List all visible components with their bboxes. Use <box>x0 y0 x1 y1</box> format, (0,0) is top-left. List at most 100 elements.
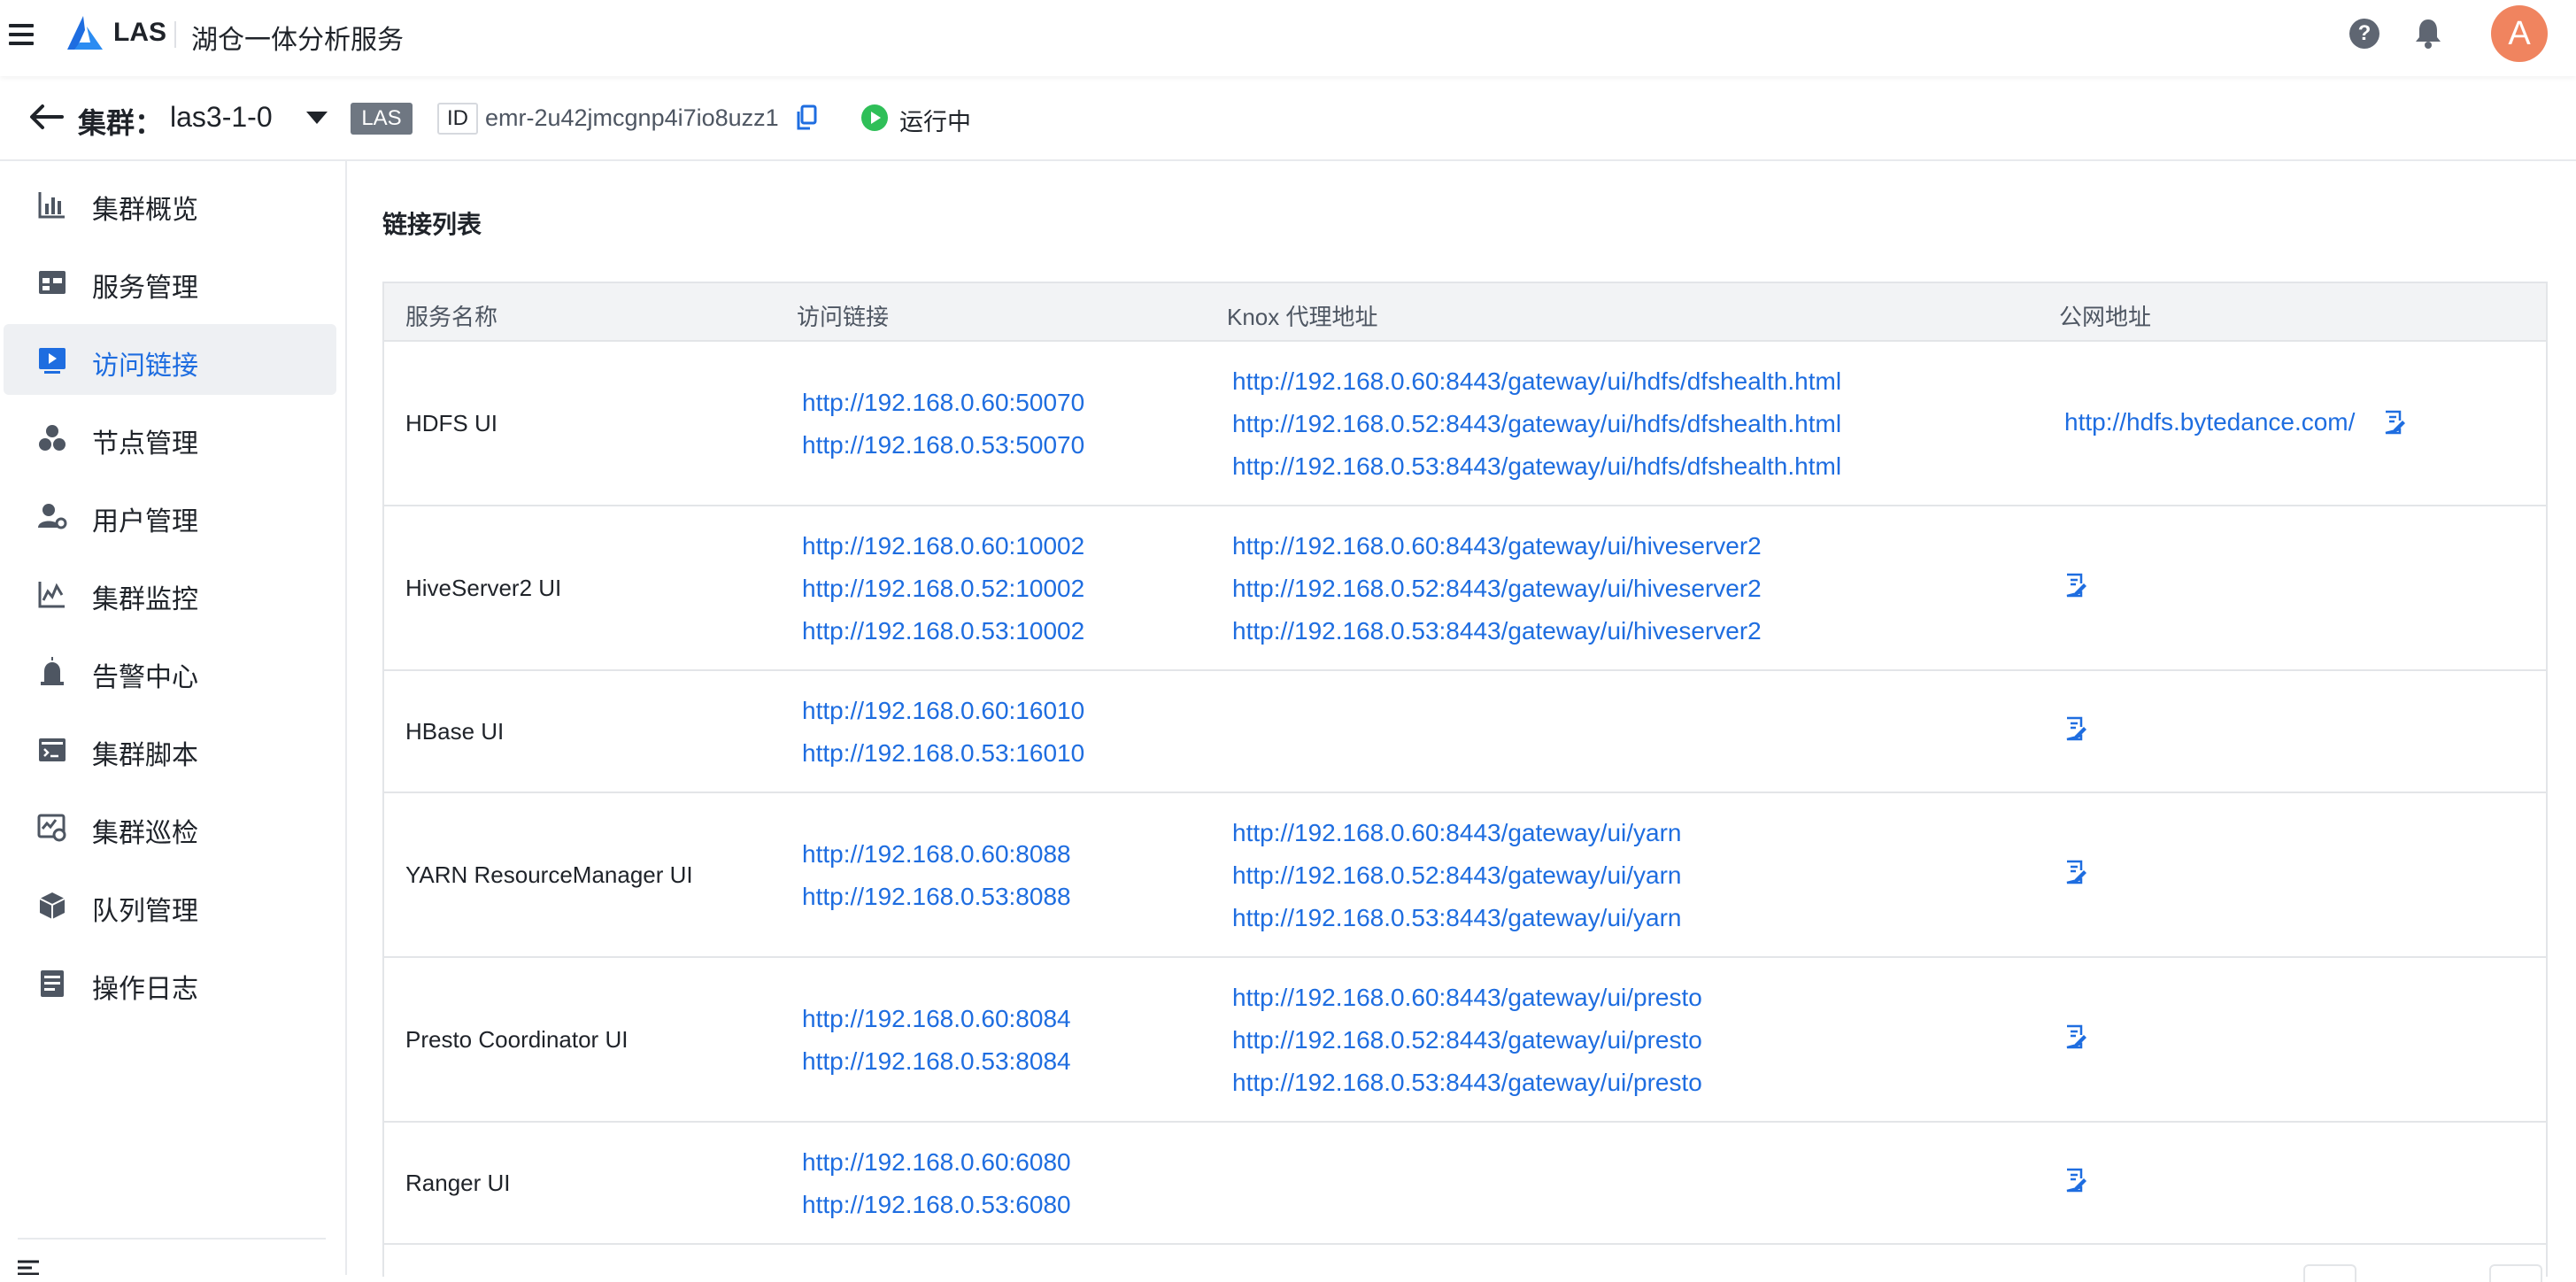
play-screen-icon <box>39 348 66 374</box>
monitor-chart-icon <box>38 582 65 608</box>
access-link[interactable]: http://192.168.0.60:10002 <box>802 525 1084 568</box>
inspection-icon <box>37 814 66 842</box>
public-address-cell: http://hdfs.bytedance.com/ <box>2064 408 2406 436</box>
cluster-type-tag: LAS <box>351 103 413 135</box>
top-navigation-bar: LAS 湖仓一体分析服务 ? A <box>0 0 2576 76</box>
pagination-control[interactable] <box>2303 1264 2356 1282</box>
public-link[interactable]: http://hdfs.bytedance.com/ <box>2064 408 2355 436</box>
back-arrow-icon[interactable] <box>28 104 64 130</box>
collapse-sidebar-icon[interactable] <box>16 1259 46 1275</box>
section-title: 链接列表 <box>382 211 482 238</box>
access-link[interactable]: http://192.168.0.53:8088 <box>802 876 1071 918</box>
sidebar-item-alerts[interactable]: 告警中心 <box>4 636 336 707</box>
knox-link[interactable]: http://192.168.0.60:8443/gateway/ui/hive… <box>1232 525 1762 568</box>
help-icon[interactable]: ? <box>2349 19 2379 49</box>
knox-link[interactable]: http://192.168.0.60:8443/gateway/ui/pres… <box>1232 977 1702 1019</box>
sidebar-item-inspection[interactable]: 集群巡检 <box>4 792 336 862</box>
menu-icon[interactable] <box>9 24 34 47</box>
public-address-cell <box>2064 573 2087 598</box>
log-icon <box>41 970 64 997</box>
public-address-cell <box>2064 860 2087 884</box>
access-links: http://192.168.0.60:8084 http://192.168.0… <box>802 998 1071 1083</box>
brand-divider <box>174 21 176 48</box>
table-row: Ranger UI http://192.168.0.60:6080 http://… <box>384 1123 2546 1245</box>
notification-bell-icon[interactable] <box>2413 18 2443 50</box>
column-header-knox: Knox 代理地址 <box>1227 304 1378 330</box>
knox-link[interactable]: http://192.168.0.53:8443/gateway/ui/hdfs… <box>1232 445 1841 488</box>
user-avatar[interactable]: A <box>2491 5 2548 62</box>
sidebar-item-monitoring[interactable]: 集群监控 <box>4 558 336 629</box>
public-address-cell <box>2064 716 2087 741</box>
main-content: 链接列表 服务名称 访问链接 Knox 代理地址 公网地址 HDFS UI htt… <box>347 161 2576 1282</box>
knox-links: http://192.168.0.60:8443/gateway/ui/hdfs… <box>1232 360 1841 488</box>
knox-link[interactable]: http://192.168.0.53:8443/gateway/ui/yarn <box>1232 897 1682 939</box>
service-name: YARN ResourceManager UI <box>405 861 693 888</box>
access-links: http://192.168.0.60:6080 http://192.168.0… <box>802 1141 1071 1226</box>
knox-link[interactable]: http://192.168.0.53:8443/gateway/ui/hive… <box>1232 610 1762 653</box>
sidebar-item-logs[interactable]: 操作日志 <box>4 947 336 1018</box>
access-links: http://192.168.0.60:16010 http://192.168.… <box>802 690 1084 775</box>
access-link[interactable]: http://192.168.0.53:50070 <box>802 424 1084 467</box>
knox-link[interactable]: http://192.168.0.52:8443/gateway/ui/hdfs… <box>1232 403 1841 445</box>
sidebar-divider <box>18 1238 326 1240</box>
sidebar-item-queues[interactable]: 队列管理 <box>4 869 336 940</box>
sidebar-item-nodes[interactable]: 节点管理 <box>4 402 336 473</box>
cube-icon <box>39 892 66 919</box>
access-link[interactable]: http://192.168.0.53:16010 <box>802 732 1084 775</box>
edit-icon[interactable] <box>2064 1168 2087 1193</box>
sidebar-item-services[interactable]: 服务管理 <box>4 246 336 317</box>
knox-link[interactable]: http://192.168.0.60:8443/gateway/ui/yarn <box>1232 812 1682 854</box>
sidebar-item-overview[interactable]: 集群概览 <box>4 168 336 239</box>
knox-link[interactable]: http://192.168.0.52:8443/gateway/ui/hive… <box>1232 568 1762 610</box>
access-links: http://192.168.0.60:10002 http://192.168.… <box>802 525 1084 653</box>
table-row: Presto Coordinator UI http://192.168.0.60… <box>384 958 2546 1123</box>
access-links: http://192.168.0.60:8088 http://192.168.0… <box>802 833 1071 918</box>
access-link[interactable]: http://192.168.0.52:10002 <box>802 568 1084 610</box>
table-row: HBase UI http://192.168.0.60:16010 http://… <box>384 671 2546 793</box>
access-link[interactable]: http://192.168.0.60:50070 <box>802 382 1084 424</box>
knox-link[interactable]: http://192.168.0.53:8443/gateway/ui/pres… <box>1232 1062 1702 1104</box>
copy-icon[interactable] <box>795 104 818 131</box>
knox-link[interactable]: http://192.168.0.52:8443/gateway/ui/yarn <box>1232 854 1682 897</box>
access-link[interactable]: http://192.168.0.53:6080 <box>802 1184 1071 1226</box>
sidebar-item-label: 集群巡检 <box>92 819 198 848</box>
access-link[interactable]: http://192.168.0.60:8084 <box>802 998 1071 1040</box>
pagination-control[interactable] <box>2489 1264 2542 1282</box>
sidebar-item-label: 访问链接 <box>92 351 198 381</box>
sidebar-item-access-links[interactable]: 访问链接 <box>4 324 336 395</box>
access-link[interactable]: http://192.168.0.60:16010 <box>802 690 1084 732</box>
service-name: Ranger UI <box>405 1170 511 1196</box>
product-title: 湖仓一体分析服务 <box>191 26 404 55</box>
edit-icon[interactable] <box>2064 573 2087 598</box>
column-header-public: 公网地址 <box>2059 304 2152 330</box>
table-header: 服务名称 访问链接 Knox 代理地址 公网地址 <box>384 283 2546 342</box>
edit-icon[interactable] <box>2064 1024 2087 1049</box>
access-links: http://192.168.0.60:50070 http://192.168.… <box>802 382 1084 467</box>
access-link[interactable]: http://192.168.0.53:10002 <box>802 610 1084 653</box>
sidebar-item-label: 操作日志 <box>92 975 198 1004</box>
user-gear-icon <box>38 504 67 529</box>
cluster-label: 集群： <box>78 107 164 139</box>
cluster-status: 运行中 <box>899 109 971 135</box>
sidebar-item-scripts[interactable]: 集群脚本 <box>4 714 336 784</box>
service-name: Presto Coordinator UI <box>405 1026 629 1053</box>
public-address-cell <box>2064 1168 2087 1193</box>
running-status-icon <box>861 104 888 131</box>
knox-link[interactable]: http://192.168.0.52:8443/gateway/ui/pres… <box>1232 1019 1702 1062</box>
access-link[interactable]: http://192.168.0.53:8084 <box>802 1040 1071 1083</box>
sidebar-item-label: 节点管理 <box>92 429 198 459</box>
cluster-name[interactable]: las3-1-0 <box>170 101 273 134</box>
caret-down-icon[interactable] <box>306 112 328 124</box>
edit-icon[interactable] <box>2064 716 2087 741</box>
sidebar-item-users[interactable]: 用户管理 <box>4 480 336 551</box>
access-link[interactable]: http://192.168.0.60:8088 <box>802 833 1071 876</box>
edit-icon[interactable] <box>2383 410 2406 435</box>
service-name: HiveServer2 UI <box>405 575 562 601</box>
knox-link[interactable]: http://192.168.0.60:8443/gateway/ui/hdfs… <box>1232 360 1841 403</box>
access-link[interactable]: http://192.168.0.60:6080 <box>802 1141 1071 1184</box>
column-header-service: 服务名称 <box>405 304 498 330</box>
edit-icon[interactable] <box>2064 860 2087 884</box>
sidebar-item-label: 集群监控 <box>92 585 198 614</box>
alarm-icon <box>41 657 64 685</box>
las-logo-icon <box>67 16 103 50</box>
